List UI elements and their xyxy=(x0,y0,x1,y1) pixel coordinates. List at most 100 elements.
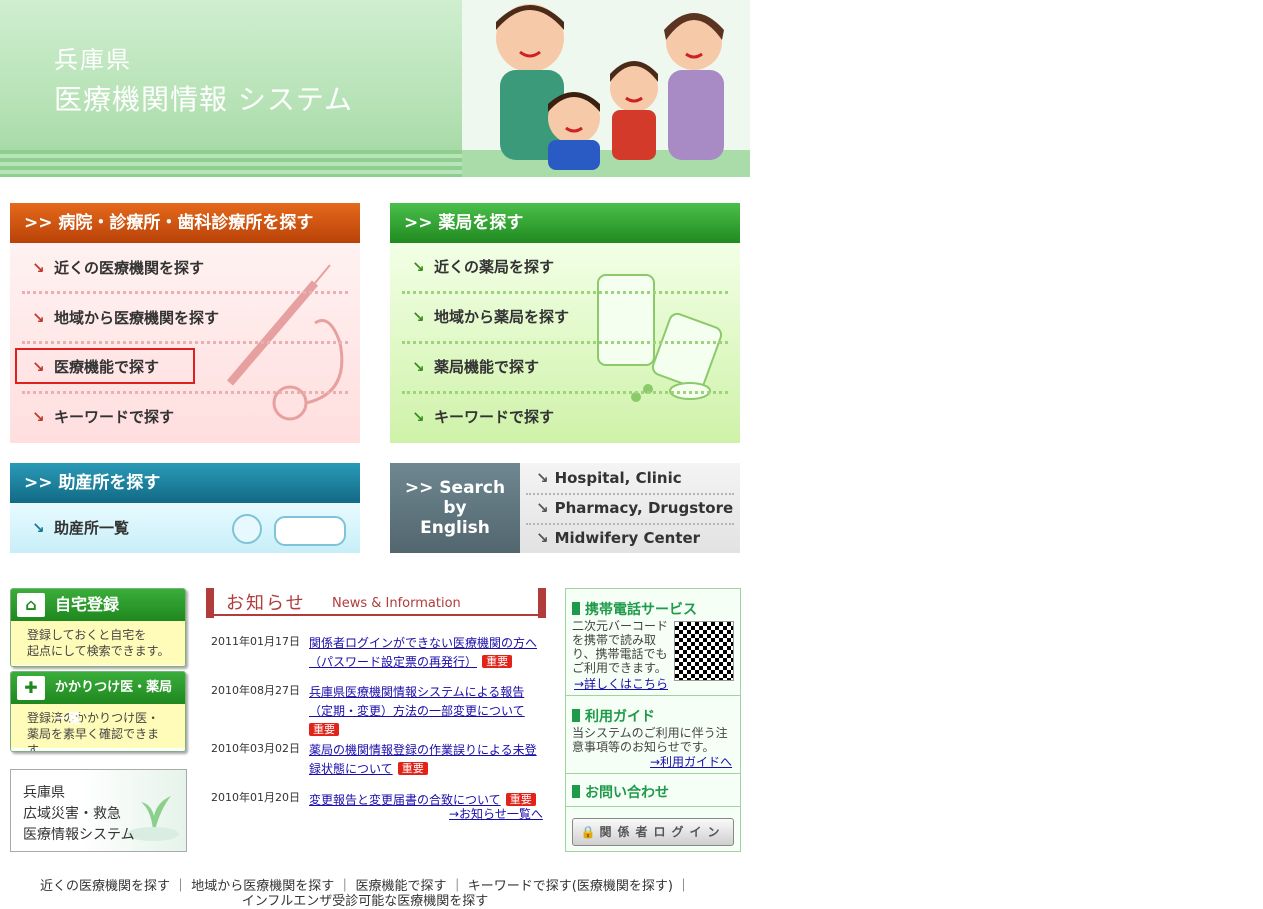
lock-icon: 🔒 xyxy=(580,825,596,839)
news-item-link[interactable]: 変更報告と変更届書の合致について xyxy=(309,793,501,807)
news-more-link[interactable]: →お知らせ一覧へ xyxy=(449,806,543,822)
english-heading-line2: by xyxy=(443,498,467,518)
usage-guide-text: 当システムのご利用に伴う注 意事項等のお知らせです。 xyxy=(572,726,728,754)
english-link-hospital[interactable]: ↘ Hospital, Clinic xyxy=(536,463,682,493)
footer-links-line1[interactable]: 近くの医療機関を探す ｜ 地域から医療機関を探す ｜ 医療機能で探す ｜ キーワ… xyxy=(0,879,730,894)
usage-guide-link[interactable]: →利用ガイドへ xyxy=(650,753,732,770)
contact-section: お問い合わせ xyxy=(566,774,740,807)
mobile-text-line: を携帯で読み取 xyxy=(572,633,657,647)
hospital-link-nearby[interactable]: ↘ 近くの医療機関を探す xyxy=(32,253,204,283)
home-register-button[interactable]: ⌂ 自宅登録 登録しておくと自宅を 起点にして検索できます。 xyxy=(10,588,186,667)
arrow-down-right-icon: ↘ xyxy=(536,529,549,547)
divider xyxy=(22,291,348,294)
english-link-pharmacy[interactable]: ↘ Pharmacy, Drugstore xyxy=(536,493,733,523)
news-item-line1: 関係者ログインができない医療機関の方へ xyxy=(309,636,538,650)
pharmacy-search-panel: >> 薬局を探す ↘ 近くの薬局を探す ↘ 地域から薬局を探す ↘ 薬局機能で探す ↘… xyxy=(390,203,740,443)
header-title-system: 医療機関情報 システム xyxy=(54,83,354,116)
home-register-description: 登録しておくと自宅を 起点にして検索できます。 xyxy=(11,621,185,665)
important-badge: 重要 xyxy=(482,655,513,668)
footer-nav: 近くの医療機関を探す ｜ 地域から医療機関を探す ｜ 医療機能で探す ｜ キーワ… xyxy=(0,879,730,909)
hospital-link-function-label: 医療機能で探す xyxy=(54,358,160,376)
usage-guide-title: 利用ガイド xyxy=(572,706,655,726)
arrow-down-right-icon: ↘ xyxy=(32,519,45,537)
mobile-service-section: 携帯電話サービス 二次元バーコード を携帯で読み取 り、携帯電話でも ご利用でき… xyxy=(566,589,740,696)
medical-cross-icon: ✚ xyxy=(17,676,45,700)
hospital-panel-body: ↘ 近くの医療機関を探す ↘ 地域から医療機関を探す ↘ 医療機能で探す ↘ キーワード… xyxy=(10,243,360,443)
mobile-text-line: り、携帯電話でも xyxy=(572,647,668,661)
arrow-down-right-icon: ↘ xyxy=(536,469,549,487)
arrow-down-right-icon: ↘ xyxy=(412,408,425,426)
usage-guide-title-text: 利用ガイド xyxy=(585,709,655,725)
baby-bottle-icon xyxy=(232,514,346,546)
news-item-line2: （定期・変更）方法の一部変更について xyxy=(309,704,525,718)
pharmacy-link-function-label: 薬局機能で探す xyxy=(434,358,540,376)
news-item-line1: 変更報告と変更届書の合致について xyxy=(309,793,501,807)
hospital-link-function[interactable]: ↘ 医療機能で探す xyxy=(32,352,159,382)
midwifery-panel-heading: >> 助産所を探す xyxy=(10,463,360,503)
guide-text-line: 意事項等のお知らせです。 xyxy=(572,740,715,754)
arrow-down-right-icon: ↘ xyxy=(32,358,45,376)
mobile-text-line: ご利用できます。 xyxy=(572,661,667,675)
pharmacy-link-keyword-label: キーワードで探す xyxy=(434,408,555,426)
news-heading: お知らせ News & Information xyxy=(206,588,546,618)
family-illustration-image xyxy=(462,4,750,177)
home-register-desc-line1: 登録しておくと自宅を xyxy=(27,628,147,642)
family-doctor-desc-line2: 薬局を素早く確認できます。 xyxy=(27,727,160,752)
mobile-service-title-text: 携帯電話サービス xyxy=(585,602,697,618)
english-panel-links: ↘ Hospital, Clinic ↘ Pharmacy, Drugstore ↘… xyxy=(520,463,740,553)
arrow-down-right-icon: ↘ xyxy=(32,309,45,327)
hospital-link-keyword[interactable]: ↘ キーワードで探す xyxy=(32,402,174,432)
english-search-panel: >> Search by English ↘ Hospital, Clinic ↘… xyxy=(390,463,740,553)
qr-code-icon xyxy=(674,621,734,681)
english-link-hospital-label: Hospital, Clinic xyxy=(554,469,682,487)
important-badge: 重要 xyxy=(505,793,536,806)
important-badge: 重要 xyxy=(397,762,428,775)
divider xyxy=(22,341,348,344)
mobile-details-link[interactable]: →詳しくはこちら xyxy=(574,675,668,692)
english-link-pharmacy-label: Pharmacy, Drugstore xyxy=(554,499,734,517)
family-doctor-description: 登録済のかかりつけ医・ 薬局を素早く確認できます。 xyxy=(11,704,185,751)
family-doctor-list-button[interactable]: ✚ かかりつけ医・薬局一覧 登録済のかかりつけ医・ 薬局を素早く確認できます。 xyxy=(10,671,186,752)
disaster-medical-system-banner[interactable]: 兵庫県 広域災害・救急 医療情報システム xyxy=(10,769,187,852)
footer-links-line2[interactable]: インフルエンザ受診可能な医療機関を探す xyxy=(0,894,730,909)
hospital-link-nearby-label: 近くの医療機関を探す xyxy=(54,259,205,277)
divider xyxy=(22,391,348,394)
news-item-line2: 録状態について xyxy=(309,762,393,776)
header-title-prefecture: 兵庫県 xyxy=(54,46,132,74)
pharmacy-link-function[interactable]: ↘ 薬局機能で探す xyxy=(412,352,539,382)
news-date: 2010年08月27日 xyxy=(211,684,300,697)
arrow-down-right-icon: ↘ xyxy=(32,408,45,426)
news-date: 2010年03月02日 xyxy=(211,742,300,755)
green-bar-icon xyxy=(572,602,580,615)
midwifery-link-list-label: 助産所一覧 xyxy=(54,519,130,537)
pharmacy-link-nearby-label: 近くの薬局を探す xyxy=(434,258,555,276)
header-stripe xyxy=(0,150,462,177)
english-heading-line3: English xyxy=(420,518,490,538)
midwifery-panel-body: ↘ 助産所一覧 xyxy=(10,503,360,553)
contact-link[interactable]: お問い合わせ xyxy=(572,782,669,802)
pharmacy-link-keyword[interactable]: ↘ キーワードで探す xyxy=(412,402,554,432)
arrow-down-right-icon: ↘ xyxy=(536,499,549,517)
green-bar-icon xyxy=(572,709,580,722)
pharmacy-panel-heading: >> 薬局を探す xyxy=(390,203,740,243)
guide-text-line: 当システムのご利用に伴う注 xyxy=(572,726,728,740)
info-sidebar: 携帯電話サービス 二次元バーコード を携帯で読み取 り、携帯電話でも ご利用でき… xyxy=(565,588,741,852)
midwifery-search-panel: >> 助産所を探す ↘ 助産所一覧 xyxy=(10,463,360,553)
pharmacy-link-nearby[interactable]: ↘ 近くの薬局を探す xyxy=(412,252,554,282)
important-badge: 重要 xyxy=(309,723,339,736)
english-link-midwifery-label: Midwifery Center xyxy=(554,529,701,547)
disaster-banner-line1: 兵庫県 xyxy=(23,785,65,801)
divider xyxy=(402,291,728,294)
staff-login-button[interactable]: 🔒 関係者ログイン xyxy=(572,818,734,846)
news-item-link[interactable]: 兵庫県医療機関情報システムによる報告 （定期・変更）方法の一部変更について xyxy=(309,685,525,718)
english-link-midwifery[interactable]: ↘ Midwifery Center xyxy=(536,523,700,553)
hospital-link-region[interactable]: ↘ 地域から医療機関を探す xyxy=(32,303,219,333)
divider xyxy=(402,391,728,394)
pharmacy-link-region[interactable]: ↘ 地域から薬局を探す xyxy=(412,302,569,332)
disaster-banner-line3: 医療情報システム xyxy=(23,827,135,843)
pharmacy-panel-body: ↘ 近くの薬局を探す ↘ 地域から薬局を探す ↘ 薬局機能で探す ↘ キーワードで探す xyxy=(390,243,740,443)
midwifery-link-list[interactable]: ↘ 助産所一覧 xyxy=(32,513,129,543)
house-icon: ⌂ xyxy=(17,593,45,617)
arrow-down-right-icon: ↘ xyxy=(412,258,425,276)
mobile-service-title: 携帯電話サービス xyxy=(572,599,697,619)
